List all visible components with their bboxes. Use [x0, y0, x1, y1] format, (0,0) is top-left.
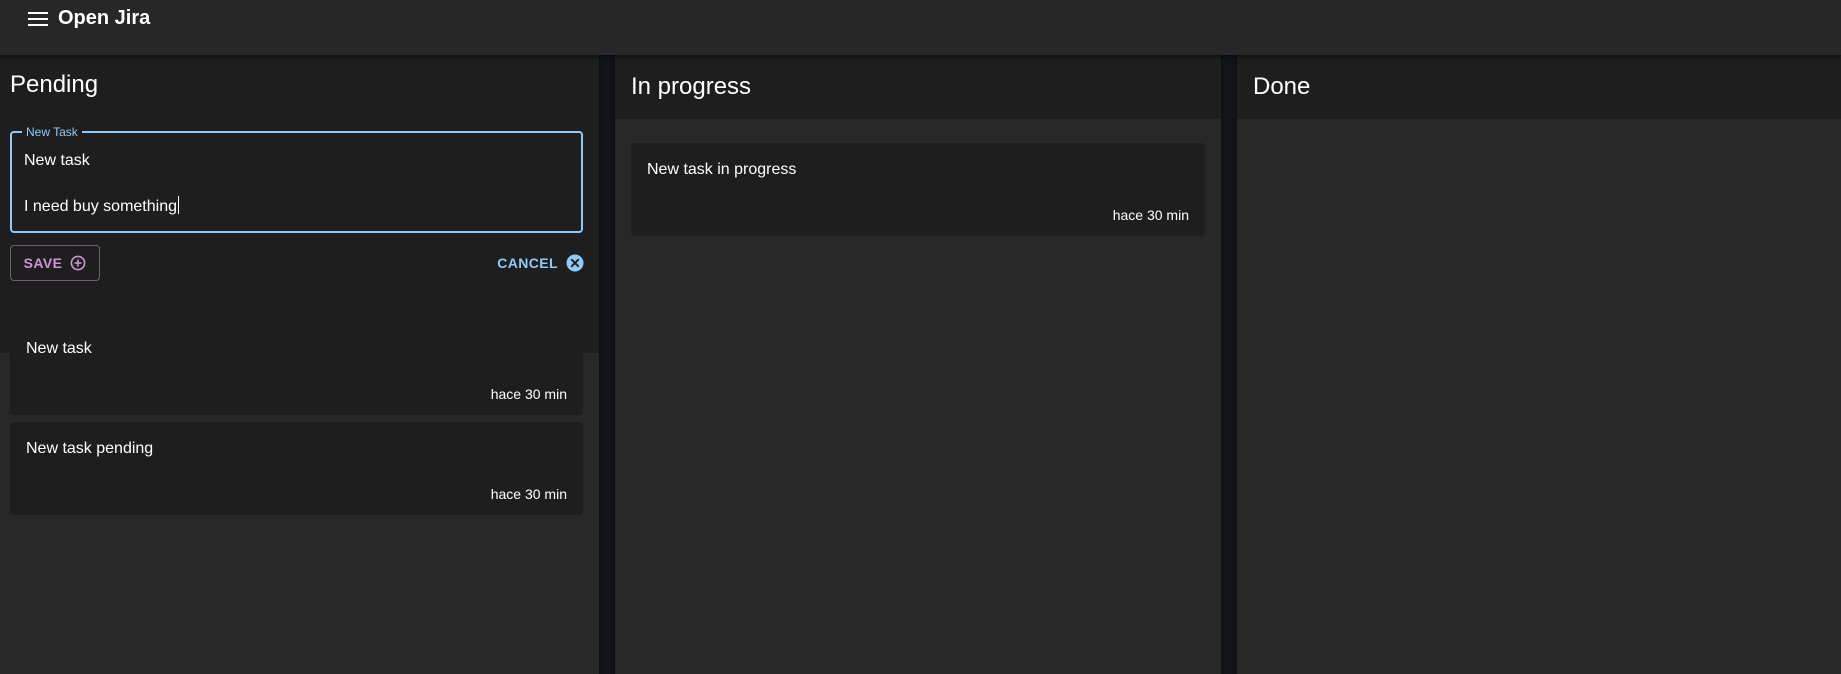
new-task-input[interactable]: New task I need buy something [24, 152, 177, 215]
column-title-in-progress: In progress [615, 55, 1221, 119]
task-card[interactable]: New task pending hace 30 min [10, 422, 583, 515]
task-card-title: New task pending [26, 440, 154, 457]
menu-button[interactable] [18, 0, 58, 39]
cancel-button[interactable]: CANCEL [494, 245, 584, 281]
task-card-title: New task in progress [647, 161, 797, 178]
column-pending: Pending New Task New task I need buy som… [0, 55, 599, 674]
save-button[interactable]: SAVE [10, 245, 100, 281]
task-card-time: hace 30 min [1112, 207, 1189, 223]
task-card-time: hace 30 min [490, 386, 567, 402]
task-card[interactable]: New task in progress hace 30 min [631, 143, 1205, 236]
cancel-button-label: CANCEL [497, 255, 558, 271]
save-button-label: SAVE [23, 255, 63, 271]
kanban-board: Pending New Task New task I need buy som… [0, 55, 1841, 674]
task-card-time: hace 30 min [490, 486, 567, 502]
app-title: Open Jira [58, 7, 151, 29]
text-caret [178, 196, 179, 214]
column-title-done: Done [1237, 55, 1841, 119]
new-task-label: New Task [22, 125, 82, 139]
task-card[interactable]: New task hace 30 min [10, 322, 583, 415]
column-in-progress: In progress New task in progress hace 30… [615, 55, 1221, 674]
new-task-field[interactable]: New Task New task I need buy something [10, 125, 583, 233]
add-circle-outline-icon [70, 255, 86, 271]
app-bar: Open Jira [0, 0, 1841, 55]
column-title-pending: Pending [0, 55, 599, 115]
column-done: Done [1237, 55, 1841, 674]
task-card-title: New task [26, 340, 92, 357]
hamburger-menu-icon [28, 11, 48, 26]
cancel-circle-icon [566, 254, 584, 272]
